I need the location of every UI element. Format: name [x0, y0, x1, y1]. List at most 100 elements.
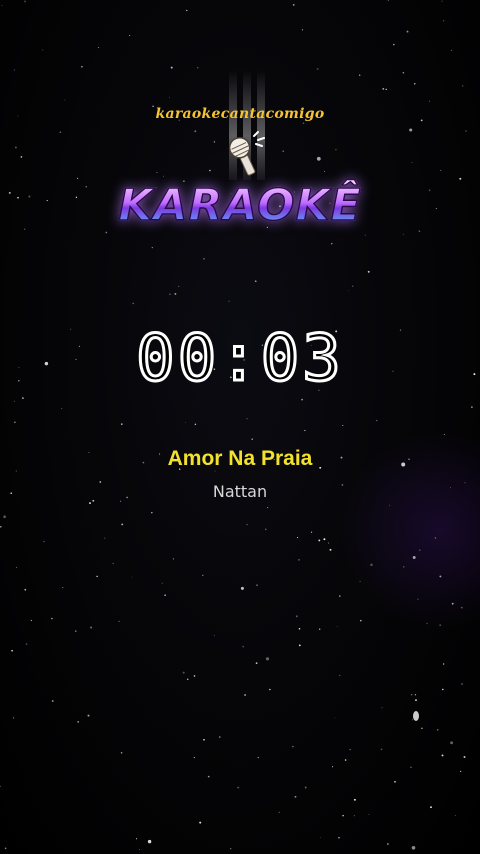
star — [442, 20, 445, 22]
star — [298, 628, 301, 630]
star — [203, 738, 205, 741]
star — [414, 693, 417, 696]
star — [394, 780, 396, 783]
star — [51, 617, 53, 620]
star — [30, 619, 33, 622]
star — [62, 586, 64, 588]
star — [360, 619, 362, 622]
star — [344, 759, 347, 761]
star — [380, 748, 383, 751]
star — [89, 502, 91, 505]
star — [131, 576, 133, 578]
star — [461, 683, 463, 685]
star — [128, 34, 131, 37]
microphone-icon — [228, 131, 265, 176]
star — [463, 756, 466, 758]
star — [43, 540, 45, 543]
star — [185, 421, 187, 423]
star — [213, 634, 215, 637]
star — [413, 711, 419, 721]
star — [442, 688, 444, 691]
star — [90, 626, 93, 629]
star — [450, 741, 454, 745]
star — [4, 847, 7, 850]
star — [25, 643, 28, 645]
star — [319, 628, 321, 630]
star — [349, 749, 351, 751]
star — [298, 558, 300, 561]
star — [174, 292, 177, 295]
star — [172, 558, 174, 560]
star — [202, 574, 204, 577]
star — [450, 49, 452, 51]
star — [199, 821, 202, 824]
star — [0, 785, 1, 787]
star — [228, 300, 230, 302]
star — [265, 657, 270, 661]
star — [118, 620, 120, 623]
star — [42, 49, 44, 51]
star — [147, 839, 152, 844]
star — [338, 595, 341, 597]
star — [0, 525, 2, 528]
star — [278, 811, 280, 813]
star — [437, 729, 439, 731]
star — [367, 270, 370, 273]
star — [21, 397, 24, 400]
star — [348, 290, 350, 291]
star — [120, 423, 123, 425]
star — [412, 719, 414, 721]
star — [170, 66, 173, 69]
star — [387, 0, 390, 1]
star — [342, 814, 344, 817]
karaoke-screen: karaokecantacomigo KARAOKÊ 00:03 Amor Na… — [0, 0, 480, 854]
star — [320, 836, 322, 838]
star — [77, 721, 80, 723]
star — [352, 285, 354, 287]
site-name: karaokecantacomigo — [155, 106, 325, 122]
star — [339, 674, 341, 676]
star — [410, 766, 412, 769]
star — [132, 302, 134, 305]
star — [219, 736, 221, 738]
star — [194, 423, 197, 426]
star — [304, 429, 306, 432]
song-title: Amor Na Praia — [167, 447, 313, 470]
star — [353, 798, 356, 801]
star — [13, 400, 15, 402]
star — [254, 280, 257, 283]
star — [256, 584, 258, 586]
star — [442, 663, 445, 665]
star — [406, 30, 409, 33]
star — [24, 0, 26, 3]
star — [11, 649, 13, 652]
star — [430, 806, 432, 809]
star — [295, 615, 298, 618]
star — [441, 754, 444, 757]
star — [24, 588, 27, 591]
star — [244, 694, 247, 696]
star — [186, 9, 188, 12]
star — [121, 523, 124, 526]
star — [230, 848, 232, 850]
star — [61, 408, 63, 410]
karaoke-logo: karaokecantacomigo KARAOKÊ — [0, 70, 480, 240]
star — [294, 795, 297, 798]
star — [164, 594, 166, 596]
star — [304, 786, 307, 789]
star — [193, 675, 196, 677]
star — [393, 43, 395, 46]
star — [135, 838, 138, 840]
star — [471, 406, 473, 408]
star — [240, 586, 244, 590]
star — [1, 4, 3, 6]
star — [98, 46, 100, 48]
star — [169, 293, 171, 296]
star — [81, 65, 83, 68]
star — [318, 539, 321, 542]
star — [104, 537, 106, 539]
star — [328, 542, 330, 544]
star — [459, 770, 462, 773]
star — [257, 757, 259, 759]
star — [3, 515, 6, 519]
